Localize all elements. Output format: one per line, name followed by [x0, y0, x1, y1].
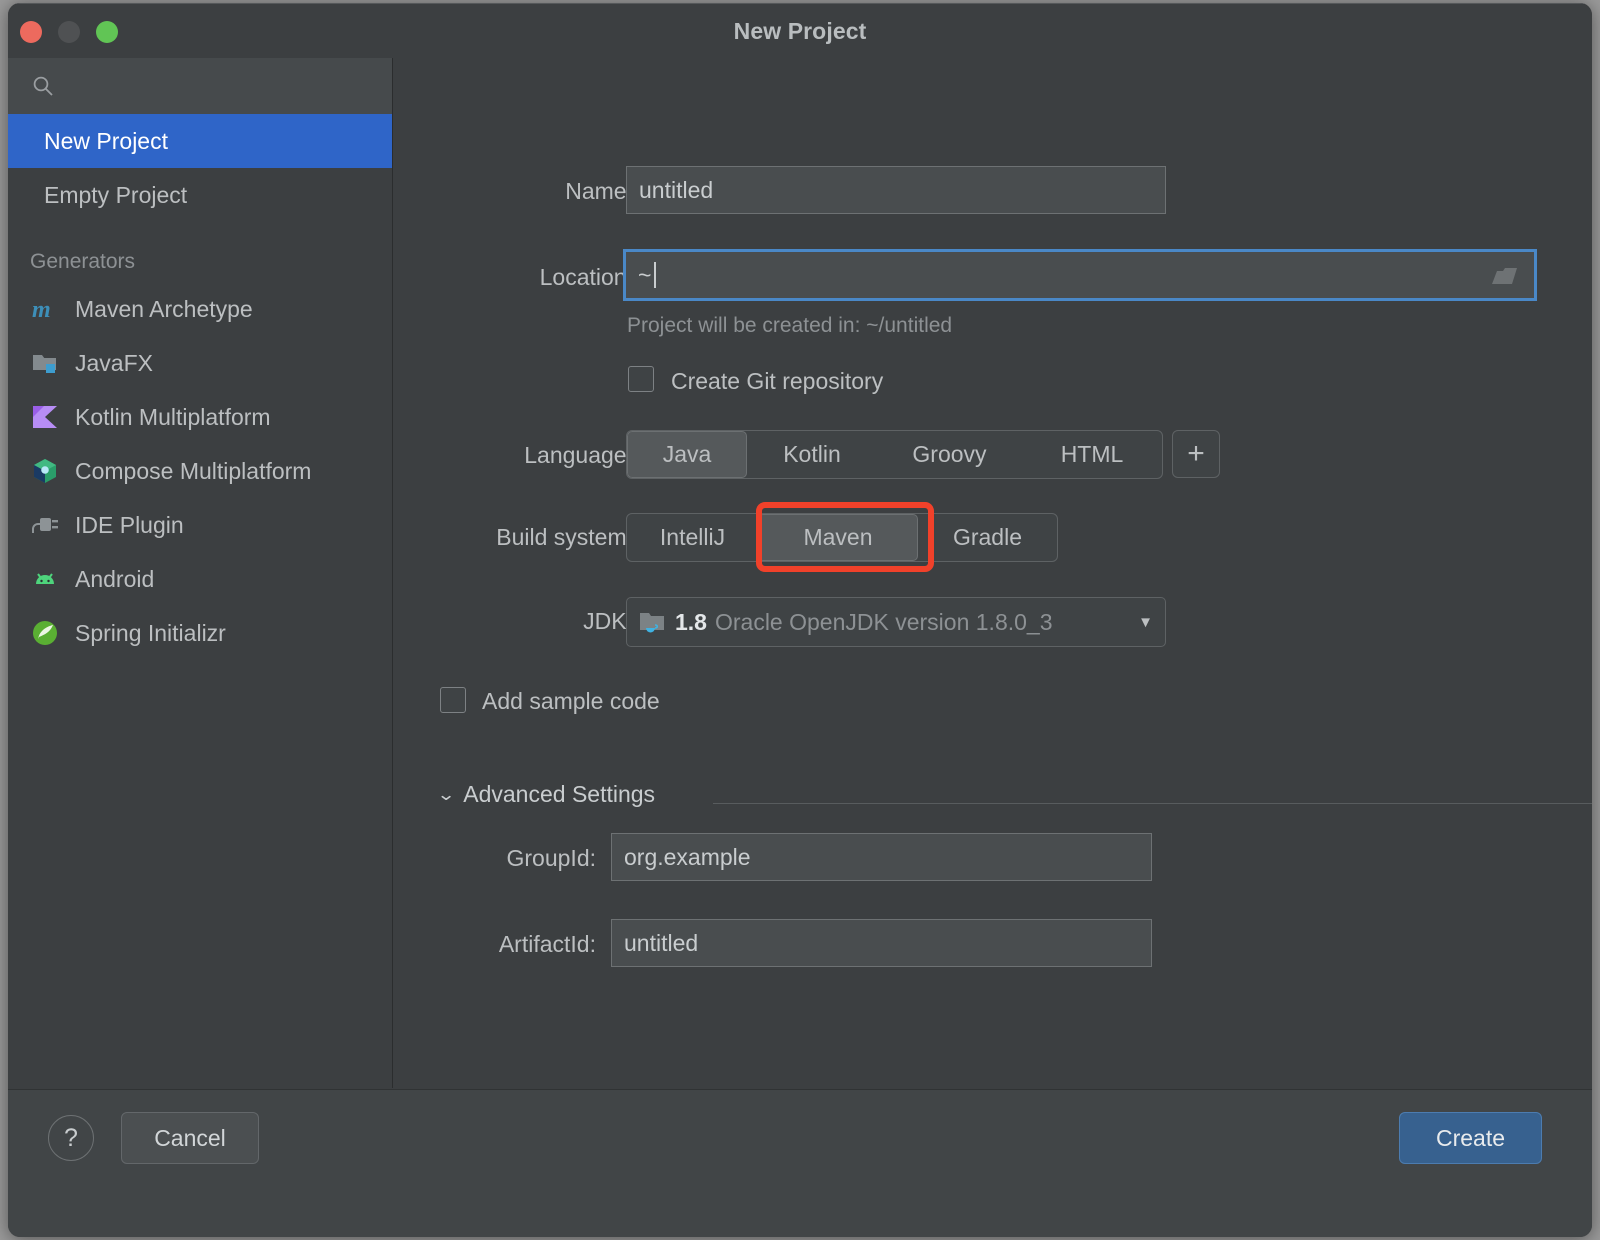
- sidebar-item-compose-multiplatform[interactable]: Compose Multiplatform: [8, 444, 392, 498]
- build-system-option-intellij[interactable]: IntelliJ: [627, 514, 758, 561]
- add-sample-code-checkbox[interactable]: [440, 687, 466, 713]
- ide-plugin-icon: [30, 510, 60, 540]
- compose-multiplatform-icon: [30, 456, 60, 486]
- group-id-input[interactable]: org.example: [611, 833, 1152, 881]
- language-option-groovy[interactable]: Groovy: [877, 431, 1022, 478]
- sidebar-item-kotlin-multiplatform[interactable]: Kotlin Multiplatform: [8, 390, 392, 444]
- sidebar-item-label: Android: [75, 565, 155, 592]
- create-git-checkbox[interactable]: [628, 366, 654, 392]
- sidebar-item-spring-initializr[interactable]: Spring Initializr: [8, 606, 392, 660]
- sidebar-item-label: Kotlin Multiplatform: [75, 403, 271, 430]
- name-input[interactable]: untitled: [626, 166, 1166, 214]
- jdk-folder-icon: [639, 609, 667, 635]
- chevron-down-icon: ⌄: [436, 784, 456, 804]
- build-system-option-gradle[interactable]: Gradle: [918, 514, 1057, 561]
- chevron-down-icon[interactable]: ▼: [1136, 614, 1165, 631]
- advanced-settings-toggle[interactable]: ⌄ Advanced Settings: [436, 781, 656, 808]
- text-caret: [654, 262, 657, 288]
- sidebar-section-label: Generators: [30, 250, 136, 273]
- svg-text:m: m: [32, 297, 51, 323]
- folder-icon[interactable]: [1490, 264, 1520, 294]
- kotlin-multiplatform-icon: [30, 402, 60, 432]
- language-option-java[interactable]: Java: [627, 431, 747, 478]
- language-option-html[interactable]: HTML: [1022, 431, 1162, 478]
- android-icon: [30, 564, 60, 594]
- javafx-icon: [30, 348, 60, 378]
- search-input[interactable]: [8, 58, 392, 114]
- sidebar-list: New Project Empty Project Generators m M…: [8, 114, 392, 660]
- sidebar-item-new-project[interactable]: New Project: [8, 114, 392, 168]
- sidebar-item-maven-archetype[interactable]: m Maven Archetype: [8, 282, 392, 336]
- jdk-label: JDK:: [583, 608, 633, 634]
- name-label: Name:: [565, 178, 633, 204]
- jdk-select[interactable]: 1.8 Oracle OpenJDK version 1.8.0_3 ▼: [626, 597, 1166, 647]
- build-system-toggle-group: IntelliJ Maven Gradle: [626, 513, 1058, 562]
- artifact-id-input[interactable]: untitled: [611, 919, 1152, 967]
- dialog-footer: ? Cancel Create: [8, 1089, 1592, 1237]
- cancel-button[interactable]: Cancel: [121, 1112, 259, 1164]
- artifact-id-label: ArtifactId:: [498, 931, 596, 957]
- add-sample-code-label: Add sample code: [482, 688, 660, 714]
- create-button[interactable]: Create: [1399, 1112, 1542, 1164]
- sidebar-item-label: Empty Project: [44, 181, 188, 208]
- sidebar-section-generators: Generators: [8, 222, 392, 282]
- maven-archetype-icon: m: [30, 294, 60, 324]
- sidebar: New Project Empty Project Generators m M…: [8, 58, 393, 1088]
- sidebar-item-label: Spring Initializr: [75, 619, 226, 646]
- group-id-label: GroupId:: [506, 845, 597, 871]
- sidebar-item-javafx[interactable]: JavaFX: [8, 336, 392, 390]
- search-icon: [32, 75, 54, 97]
- build-system-option-maven[interactable]: Maven: [758, 514, 918, 561]
- location-value: ~: [638, 261, 652, 288]
- spring-initializr-icon: [30, 618, 60, 648]
- sidebar-item-ide-plugin[interactable]: IDE Plugin: [8, 498, 392, 552]
- main-pane: Name: untitled Location: ~ Project will …: [393, 58, 1592, 1088]
- sidebar-item-label: Maven Archetype: [75, 295, 253, 322]
- screen: New Project New Project Empty Project Ge…: [0, 0, 1600, 1240]
- build-system-label: Build system:: [496, 524, 633, 550]
- language-label: Language:: [524, 442, 633, 468]
- jdk-version: 1.8: [675, 608, 707, 635]
- add-language-button[interactable]: +: [1172, 430, 1220, 478]
- location-input[interactable]: ~: [623, 249, 1537, 301]
- location-hint: Project will be created in: ~/untitled: [627, 314, 953, 337]
- advanced-settings-label: Advanced Settings: [463, 781, 656, 807]
- create-git-label: Create Git repository: [671, 368, 884, 394]
- sidebar-item-android[interactable]: Android: [8, 552, 392, 606]
- language-option-kotlin[interactable]: Kotlin: [747, 431, 877, 478]
- sidebar-item-label: Compose Multiplatform: [75, 457, 312, 484]
- location-label: Location:: [539, 264, 633, 290]
- sidebar-item-label: New Project: [44, 127, 168, 154]
- sidebar-item-empty-project[interactable]: Empty Project: [8, 168, 392, 222]
- help-button[interactable]: ?: [48, 1115, 94, 1161]
- sidebar-item-label: IDE Plugin: [75, 511, 184, 538]
- jdk-description: Oracle OpenJDK version 1.8.0_3: [714, 608, 1053, 635]
- window-title: New Project: [733, 18, 867, 44]
- sidebar-item-label: JavaFX: [75, 349, 153, 376]
- new-project-dialog: New Project New Project Empty Project Ge…: [8, 3, 1592, 1237]
- advanced-settings-divider: [713, 803, 1592, 804]
- title-bar: New Project: [8, 3, 1592, 59]
- language-toggle-group: Java Kotlin Groovy HTML: [626, 430, 1163, 479]
